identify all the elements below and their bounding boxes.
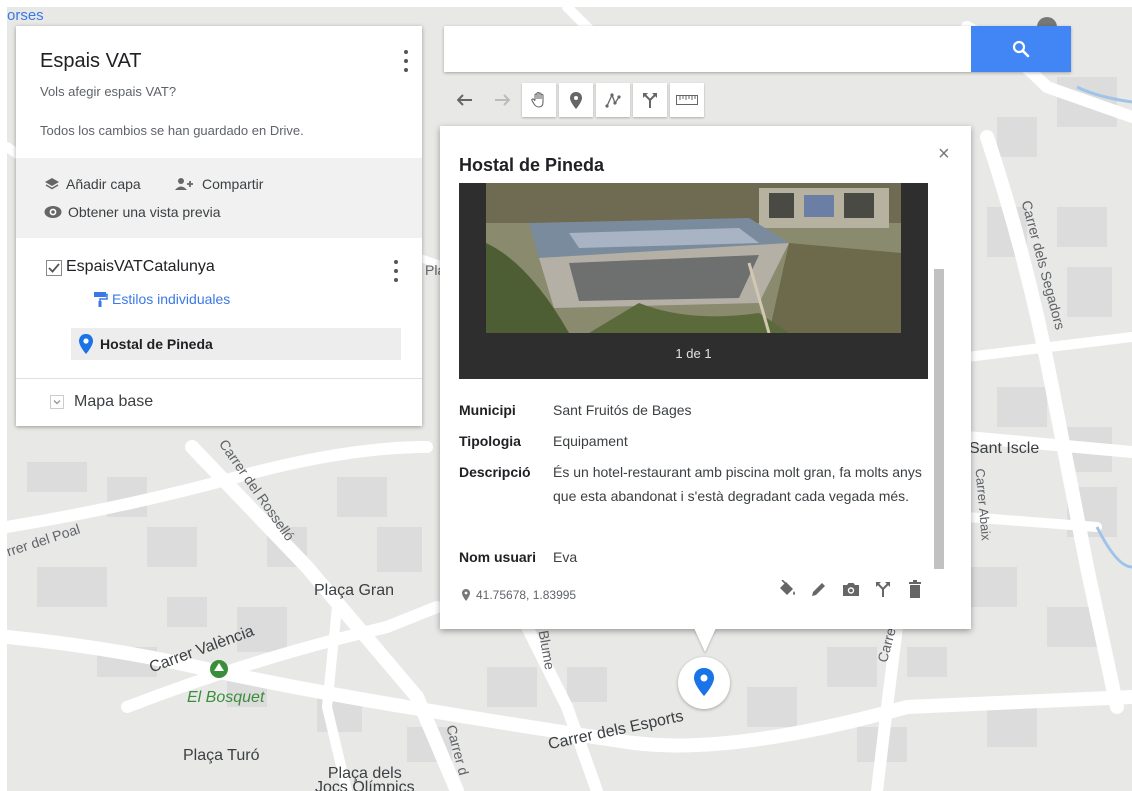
layer-section: EspaisVATCatalunya Estilos individuales … (16, 238, 422, 379)
photo-counter: 1 de 1 (675, 346, 712, 361)
close-button[interactable]: × (938, 144, 950, 164)
trash-icon (909, 580, 921, 598)
share-button[interactable]: Compartir (174, 176, 263, 192)
selected-marker[interactable] (678, 657, 730, 709)
preview-label: Obtener una vista previa (68, 204, 221, 220)
undo-button[interactable] (448, 83, 482, 117)
feature-info-card: Hostal de Pineda × 1 de 1 Municipi Sant … (440, 126, 971, 629)
search-button[interactable] (971, 26, 1071, 72)
layers-panel: Espais VAT Vols afegir espais VAT? Todos… (16, 26, 422, 426)
hand-icon (531, 91, 544, 108)
attr-key-municipi: Municipi (459, 402, 516, 418)
attr-value-descripcio: És un hotel-restaurant amb piscina molt … (553, 464, 922, 504)
paint-roller-icon (94, 292, 108, 307)
add-photo-button[interactable] (841, 579, 861, 599)
attr-value-municipi: Sant Fruitós de Bages (553, 402, 692, 418)
coordinates: 41.75678, 1.83995 (462, 588, 576, 602)
map-label-placa-jocs: Plaça dels Jocs Olímpics (315, 765, 415, 791)
layer-checkbox-icon[interactable] (46, 260, 62, 276)
map-options-icon[interactable] (402, 50, 410, 72)
pencil-icon (812, 583, 825, 596)
card-title: Hostal de Pineda (459, 155, 605, 175)
base-map-section[interactable]: Mapa base (16, 378, 422, 426)
close-icon: × (938, 143, 950, 165)
save-status: Todos los cambios se han guardado en Dri… (40, 123, 304, 138)
search-input[interactable] (444, 26, 971, 72)
share-label: Compartir (202, 176, 264, 192)
attr-key-descripcio: Descripció (459, 464, 531, 480)
individual-styles-label: Estilos individuales (112, 291, 231, 307)
add-marker-button[interactable] (559, 83, 593, 117)
map-actions: Añadir capa Compartir Obtener una vista … (16, 158, 422, 238)
preview-button[interactable]: Obtener una vista previa (44, 204, 221, 220)
draw-line-icon (605, 93, 621, 108)
card-actions (777, 579, 925, 599)
search-icon (1012, 40, 1030, 58)
edit-button[interactable] (809, 579, 829, 599)
map-window: orses Plaça Gran Carrer València El Bosq… (7, 7, 1132, 791)
map-pin-icon (79, 334, 93, 354)
select-tool-button[interactable] (522, 83, 556, 117)
card-pointer (694, 628, 716, 652)
coordinates-value[interactable]: 41.75678, 1.83995 (476, 588, 576, 602)
map-label-el-bosquet: El Bosquet (187, 689, 265, 706)
base-map-label: Mapa base (74, 393, 154, 410)
add-layer-label: Añadir capa (66, 176, 141, 192)
camera-icon (843, 583, 859, 596)
draw-line-button[interactable] (596, 83, 630, 117)
map-title[interactable]: Espais VAT (40, 50, 142, 73)
directions-button[interactable] (633, 83, 667, 117)
map-description[interactable]: Vols afegir espais VAT? (40, 84, 176, 99)
map-label-placa-gran: Plaça Gran (314, 582, 395, 599)
card-directions-button[interactable] (873, 579, 893, 599)
directions-icon (876, 582, 890, 597)
attr-key-nom-usuari: Nom usuari (459, 549, 537, 565)
layers-icon (45, 178, 59, 190)
search-bar (444, 26, 1071, 72)
add-layer-button[interactable]: Añadir capa (44, 176, 141, 192)
layer-options-icon[interactable] (392, 260, 400, 282)
map-label-sant-iscle: Sant Iscle (969, 440, 1040, 457)
map-label-orses: orses (7, 7, 44, 24)
undo-icon (457, 94, 472, 106)
add-person-icon (175, 178, 193, 190)
marker-icon (570, 91, 582, 109)
layer-name[interactable]: EspaisVATCatalunya (66, 258, 215, 276)
location-pin-icon (462, 589, 470, 601)
photo-viewer[interactable]: 1 de 1 (459, 183, 928, 379)
ruler-icon (676, 95, 698, 105)
paint-bucket-icon (780, 580, 795, 595)
drawing-toolbar (448, 83, 707, 117)
feature-name: Hostal de Pineda (100, 336, 213, 352)
redo-button[interactable] (485, 83, 519, 117)
feature-item-hostal-de-pineda[interactable]: Hostal de Pineda (71, 328, 401, 360)
individual-styles-link[interactable]: Estilos individuales (92, 291, 230, 307)
attr-key-tipologia: Tipologia (459, 433, 521, 449)
style-button[interactable] (777, 579, 797, 599)
redo-icon (495, 94, 510, 106)
card-scrollbar[interactable] (934, 269, 944, 569)
attr-value-tipologia: Equipament (553, 433, 628, 449)
delete-button[interactable] (905, 579, 925, 599)
map-label-placa-turo: Plaça Turó (183, 747, 260, 764)
directions-icon (643, 93, 657, 108)
map-header: Espais VAT Vols afegir espais VAT? Todos… (16, 26, 422, 158)
map-pin-icon (694, 668, 714, 696)
eye-icon (44, 206, 62, 218)
measure-button[interactable] (670, 83, 704, 117)
attr-value-nom-usuari: Eva (553, 549, 578, 565)
chevron-down-icon[interactable] (50, 395, 64, 409)
feature-photo[interactable] (459, 183, 928, 333)
